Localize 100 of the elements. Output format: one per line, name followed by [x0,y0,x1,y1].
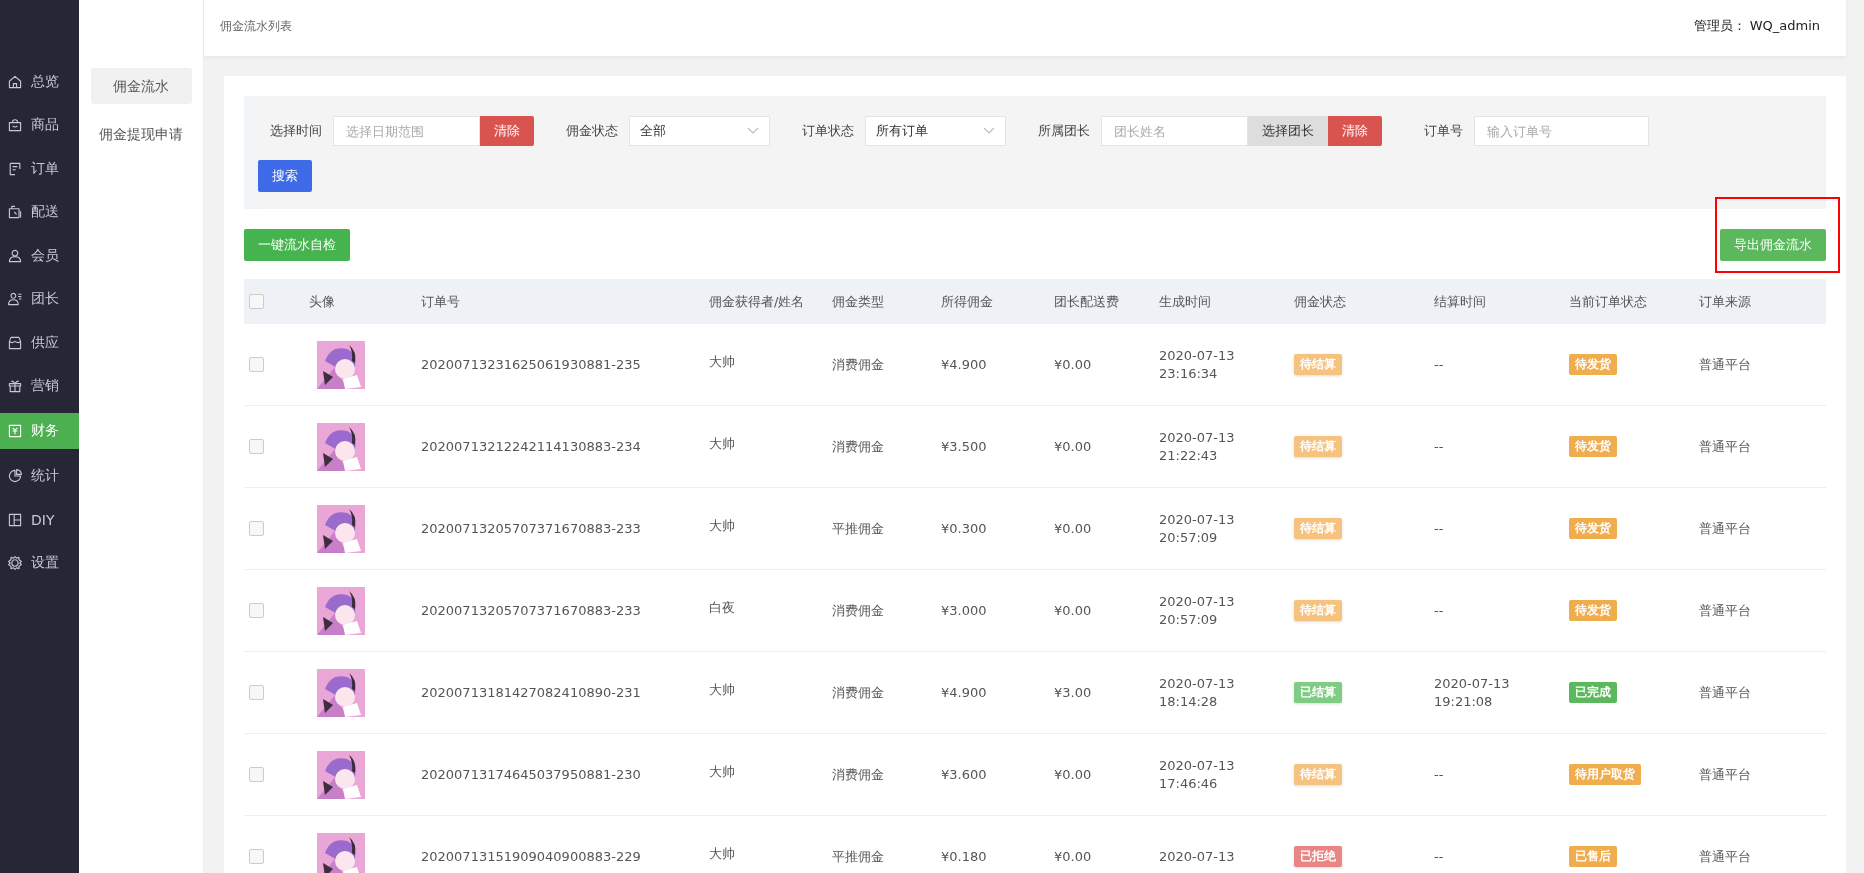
status-badge: 待发货 [1569,518,1617,539]
table-cell: 平推佣金 [832,847,884,866]
table-cell: 普通平台 [1699,601,1751,620]
filter-label: 订单号 [1424,122,1463,140]
layout-icon [7,511,23,528]
table-cell: ¥3.00 [1054,685,1092,700]
nav-item[interactable]: 统计 [0,459,79,493]
table-cell: 20200713231625061930881-235 [421,357,641,372]
nav-item[interactable]: DIY [0,503,79,536]
date-range-field[interactable]: 选择日期范围 [333,116,480,146]
nav-item[interactable]: 总览 [0,65,79,98]
submenu-item[interactable]: 佣金流水 [90,68,192,104]
table-cell: ¥0.00 [1054,849,1092,864]
column-header: 当前订单状态 [1569,292,1647,311]
search-button[interactable]: 搜索 [258,160,312,192]
checkbox[interactable] [249,685,264,700]
table-cell-text: -- [1434,355,1445,374]
yen-icon [7,423,23,439]
submenu-item[interactable]: 佣金提现申请 [90,116,192,152]
nav-item[interactable]: 商品 [0,108,79,142]
table-cell: ¥0.180 [941,849,987,864]
checkbox[interactable] [249,767,264,782]
checkbox[interactable] [249,603,264,618]
table-cell: ¥0.00 [1054,521,1092,536]
clear-button[interactable]: 清除 [480,116,534,146]
admin-label: 管理员： WQ_admin [1693,17,1820,35]
table-cell: 大帅 [709,352,735,371]
nav-item[interactable]: 订单 [0,152,79,185]
table-cell-text: 20:57:09 [1159,528,1219,547]
status-badge: 已拒绝 [1294,846,1342,867]
pie-chart-icon [7,468,23,484]
table-cell: 消费佣金 [832,765,884,784]
column-header: 结算时间 [1434,292,1486,311]
status-badge: 待发货 [1569,436,1617,457]
order-number-field[interactable]: 输入订单号 [1474,116,1649,146]
clear-button[interactable]: 清除 [1328,116,1382,146]
status-badge: 待结算 [1294,436,1342,457]
table-cell: 普通平台 [1699,437,1751,456]
checkbox[interactable] [249,357,264,372]
table-cell: 平推佣金 [832,519,884,538]
checkbox[interactable] [249,294,264,309]
status-badge: 已结算 [1294,682,1342,703]
nav-item[interactable]: 配送 [0,195,79,229]
table-cell-text: 17:46:46 [1159,774,1219,793]
status-badge: 待结算 [1294,354,1342,375]
column-header: 团长配送费 [1054,292,1119,311]
status-badge: 待结算 [1294,764,1342,785]
table-cell: 消费佣金 [832,683,884,702]
nav-item[interactable]: 设置 [0,546,79,580]
choose-leader-button[interactable]: 选择团长 [1248,116,1328,146]
checkbox[interactable] [249,439,264,454]
table-cell: ¥3.000 [941,603,987,618]
column-header: 佣金状态 [1294,292,1346,311]
checkbox[interactable] [249,849,264,864]
home-icon [7,73,23,90]
table-cell-text: 18:14:28 [1159,692,1219,711]
nav-item[interactable]: 团长 [0,282,79,316]
table-cell: ¥0.300 [941,521,987,536]
column-header: 订单号 [421,292,460,311]
table-cell: 20200713205707371670883-233 [421,603,641,618]
table-cell-text: 2020-07-13 [1159,847,1236,866]
table-cell: 消费佣金 [832,355,884,374]
order-status-select[interactable]: 所有订单 [865,116,1006,146]
table-cell: ¥3.600 [941,767,987,782]
table-cell: 普通平台 [1699,355,1751,374]
table-cell: 20200713212242114130883-234 [421,439,641,454]
table-cell-text: 2020-07-13 [1434,674,1511,693]
table-cell-text: 23:16:34 [1159,364,1219,383]
table-cell-text: -- [1434,519,1445,538]
table-cell: 大帅 [709,434,735,453]
receipt-icon [7,160,23,177]
nav-item[interactable]: 供应 [0,326,79,359]
column-header: 头像 [309,292,335,311]
table-cell-text: -- [1434,601,1445,620]
chevron-down-icon [747,127,759,135]
table-cell: 大帅 [709,762,735,781]
table-cell: 大帅 [709,680,735,699]
commission-status-select[interactable]: 全部 [629,116,770,146]
table-cell-text: 2020-07-13 [1159,428,1236,447]
bag-icon [7,117,23,133]
nav-item[interactable]: 会员 [0,239,79,272]
box-icon [7,204,23,220]
table-cell: 消费佣金 [832,437,884,456]
column-header: 佣金获得者/姓名 [709,292,805,311]
page-title: 佣金流水列表 [220,17,292,35]
table-cell: 消费佣金 [832,601,884,620]
column-header: 生成时间 [1159,292,1211,311]
column-header: 佣金类型 [832,292,884,311]
leader-name-field[interactable]: 团长姓名 [1101,116,1248,146]
table-cell: 普通平台 [1699,683,1751,702]
filter-label: 选择时间 [270,122,322,140]
chevron-down-icon [983,127,995,135]
status-badge: 待发货 [1569,600,1617,621]
table-cell-text: 2020-07-13 [1159,346,1236,365]
table-cell: 20200713205707371670883-233 [421,521,641,536]
gift-icon [7,378,23,394]
user-icon [7,247,23,264]
nav-item[interactable]: 营销 [0,369,79,403]
checkbox[interactable] [249,521,264,536]
filter-label: 所属团长 [1038,122,1090,140]
